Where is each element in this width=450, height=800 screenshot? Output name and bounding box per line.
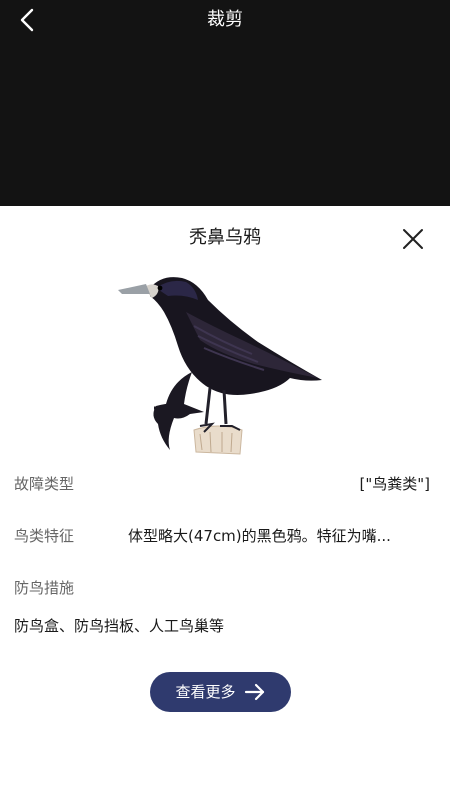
crop-preview-area: 裁剪 bbox=[0, 0, 450, 206]
fault-type-value: ["鸟粪类"] bbox=[359, 475, 430, 493]
page-title: 裁剪 bbox=[207, 9, 243, 30]
close-button[interactable] bbox=[398, 224, 428, 254]
bird-feature-label: 鸟类特征 bbox=[14, 527, 75, 545]
bird-info-sheet: 秃鼻乌鸦 故障类型 ["鸟粪类"] 鸟类特征 体型略大(47cm)的黑色鸦。特征… bbox=[0, 206, 450, 800]
bird-name-title: 秃鼻乌鸦 bbox=[189, 227, 261, 248]
prevention-measures-value: 防鸟盒、防鸟挡板、人工鸟巢等 bbox=[14, 617, 225, 635]
close-icon bbox=[403, 229, 423, 249]
view-more-button[interactable]: 查看更多 bbox=[150, 672, 291, 712]
fault-type-label: 故障类型 bbox=[14, 475, 75, 493]
prevention-measures-label: 防鸟措施 bbox=[14, 579, 75, 597]
arrow-right-icon bbox=[244, 683, 264, 701]
bird-feature-value: 体型略大(47cm)的黑色鸦。特征为嘴... bbox=[128, 527, 391, 545]
rook-bird-illustration bbox=[118, 277, 322, 455]
view-more-label: 查看更多 bbox=[175, 683, 236, 701]
